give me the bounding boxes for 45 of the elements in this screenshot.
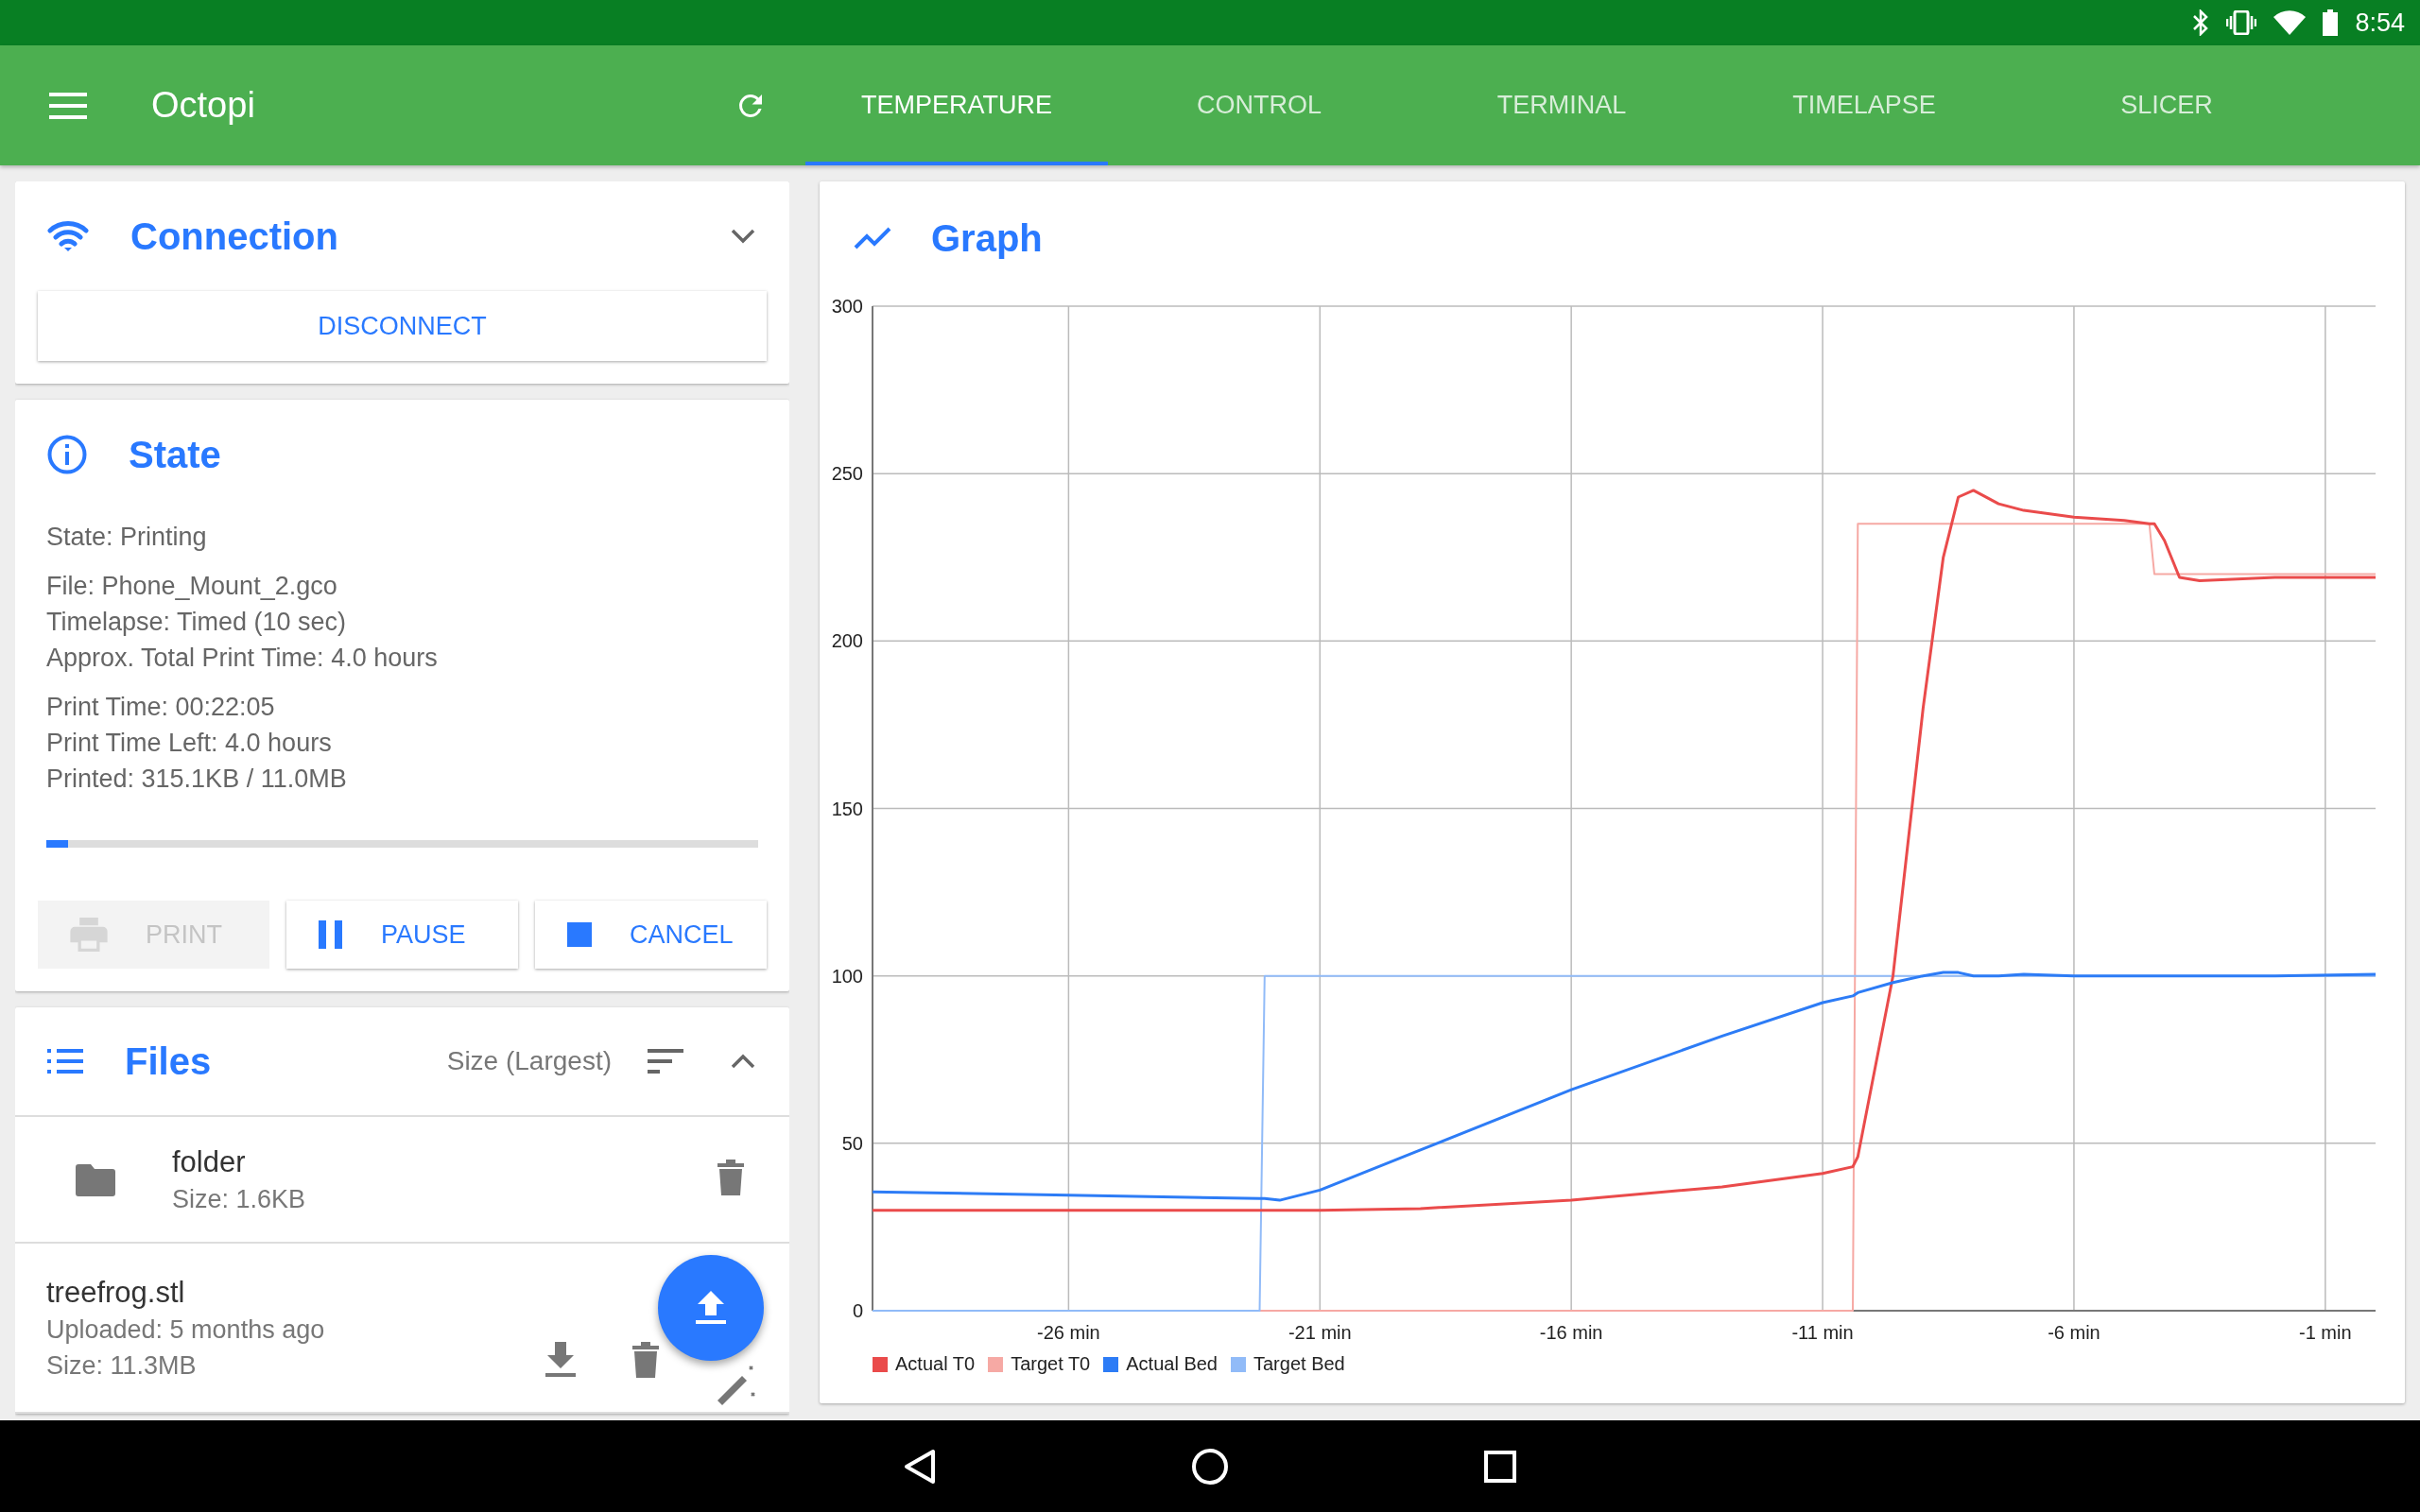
- card-title: State: [129, 433, 221, 476]
- legend-label: Actual T0: [895, 1353, 976, 1375]
- disconnect-button[interactable]: DISCONNECT: [38, 291, 767, 361]
- x-tick-label: -16 min: [1539, 1322, 1603, 1343]
- legend-label: Actual Bed: [1126, 1353, 1218, 1375]
- status-line: Printed: 315.1KB / 11.0MB: [46, 764, 348, 795]
- file-name: folder: [172, 1144, 247, 1180]
- y-tick-label: 100: [831, 965, 863, 987]
- status-line: Approx. Total Print Time: 4.0 hours: [46, 643, 439, 674]
- cancel-button[interactable]: CANCEL: [535, 901, 767, 969]
- tab[interactable]: TERMINAL: [1410, 45, 1713, 165]
- tab[interactable]: TEMPERATURE: [805, 45, 1108, 165]
- status-line: State: Printing: [46, 522, 208, 553]
- status-line: Print Time: 00:22:05: [46, 692, 276, 723]
- file-name: treefrog.stl: [46, 1275, 186, 1311]
- status-line: Timelapse: Timed (10 sec): [46, 607, 348, 638]
- tab[interactable]: SLICER: [2015, 45, 2318, 165]
- card-title: Connection: [130, 215, 338, 258]
- status-line: File: Phone_Mount_2.gco: [46, 571, 338, 602]
- sort-label[interactable]: Size (Largest): [446, 1046, 612, 1076]
- card-title: Graph: [931, 216, 1043, 260]
- legend-label: Target T0: [1011, 1353, 1091, 1375]
- legend-label: Target Bed: [1253, 1353, 1345, 1375]
- tab[interactable]: CONTROL: [1108, 45, 1410, 165]
- clock-time: 8:54: [2355, 8, 2405, 38]
- status-line: Print Time Left: 4.0 hours: [46, 728, 333, 759]
- file-detail: Size: 1.6KB: [172, 1184, 307, 1215]
- file-detail: Uploaded: 5 months ago: [46, 1314, 326, 1346]
- y-tick-label: 250: [831, 463, 863, 485]
- pause-button[interactable]: PAUSE: [286, 901, 518, 969]
- y-tick-label: 50: [841, 1132, 863, 1154]
- tab[interactable]: TIMELAPSE: [1713, 45, 2015, 165]
- folder-row[interactable]: folder Size: 1.6KB: [15, 1117, 789, 1244]
- x-tick-label: -21 min: [1288, 1322, 1352, 1343]
- file-detail: Size: 11.3MB: [46, 1350, 198, 1382]
- x-tick-label: -11 min: [1791, 1322, 1854, 1343]
- x-tick-label: -6 min: [2048, 1322, 2100, 1343]
- y-tick-label: 300: [831, 296, 863, 317]
- y-tick-label: 150: [831, 798, 863, 819]
- x-tick-label: -26 min: [1037, 1322, 1100, 1343]
- x-tick-label: -1 min: [2299, 1322, 2352, 1343]
- card-title: Files: [125, 1040, 212, 1083]
- y-tick-label: 200: [831, 630, 863, 652]
- y-tick-label: 0: [852, 1300, 863, 1321]
- app-title: Octopi: [151, 85, 255, 126]
